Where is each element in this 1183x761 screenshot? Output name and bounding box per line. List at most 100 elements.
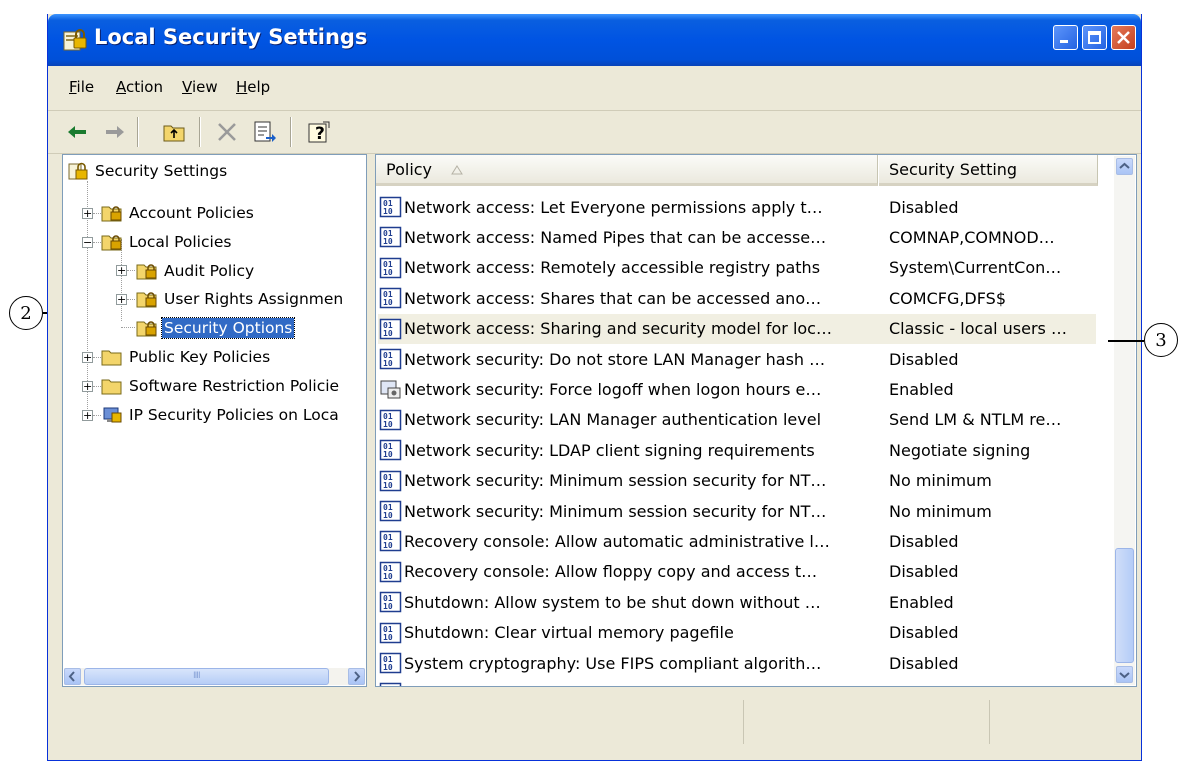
toolbar-separator: [199, 117, 201, 147]
scroll-up-button[interactable]: [1116, 158, 1133, 175]
expand-toggle[interactable]: +: [82, 208, 93, 219]
delete-x-icon[interactable]: [214, 119, 240, 145]
minimize-button[interactable]: [1053, 25, 1078, 50]
tree-scroll-thumb[interactable]: IIII: [84, 668, 329, 685]
svg-text:10: 10: [383, 359, 393, 368]
menu-view-mnemonic: V: [182, 78, 192, 96]
policy-name: System cryptography: Use FIPS compliant …: [404, 653, 822, 673]
policy-row[interactable]: 01 10 Recovery console: Allow automatic ad…: [378, 526, 1096, 556]
tree-item-account-policies[interactable]: Account Policies: [101, 200, 256, 226]
svg-text:10: 10: [383, 663, 393, 672]
tree-item-label: Security Options: [160, 317, 296, 339]
policy-setting-value: Enabled: [889, 592, 954, 612]
tree-item-audit-policy[interactable]: Audit Policy: [136, 258, 256, 284]
svg-text:10: 10: [383, 633, 393, 642]
menu-file-label: ile: [76, 78, 95, 96]
svg-text:10: 10: [383, 207, 393, 216]
chevron-left-icon: [68, 671, 75, 682]
svg-text:01: 01: [383, 685, 393, 687]
policy-row[interactable]: 01 10 System cryptography: Use FIPS compli…: [378, 648, 1096, 678]
menu-help[interactable]: Help: [236, 78, 270, 96]
policy-row[interactable]: 01 10 Network access: Shares that can be a…: [378, 283, 1096, 313]
tree-horizontal-scrollbar[interactable]: IIII: [64, 668, 365, 685]
up-folder-icon[interactable]: [161, 119, 187, 145]
window-title: Local Security Settings: [94, 25, 368, 49]
policy-setting-alt-icon: [380, 380, 401, 399]
tree-item-security-settings[interactable]: Security Settings: [67, 158, 229, 184]
tree-item-ip-security-policies[interactable]: IP Security Policies on Loca: [101, 402, 341, 428]
column-header-security-setting[interactable]: Security Setting: [879, 155, 1098, 186]
menu-action-mnemonic: A: [116, 78, 126, 96]
tree-item-user-rights-assignment[interactable]: User Rights Assignmen: [136, 286, 345, 312]
svg-text:10: 10: [383, 450, 393, 459]
policy-row[interactable]: 0110System objects: Default owner for ob…: [378, 678, 1096, 687]
policy-row[interactable]: 01 10 Network access: Let Everyone permiss…: [378, 192, 1096, 222]
tree-item-local-policies[interactable]: Local Policies: [101, 229, 233, 255]
policy-name: Network security: Minimum session securi…: [404, 501, 827, 521]
scroll-thumb-grip: IIII: [193, 671, 201, 681]
tree-item-security-options[interactable]: Security Options: [136, 315, 296, 341]
policy-name: Recovery console: Allow automatic admini…: [404, 531, 830, 551]
policy-row[interactable]: 01 10 Network security: Minimum session se…: [378, 466, 1096, 496]
menu-action[interactable]: Action: [116, 78, 163, 96]
policy-row[interactable]: 01 10 Network access: Remotely accessible …: [378, 253, 1096, 283]
locked-folder-icon: [136, 321, 157, 337]
policy-row[interactable]: 01 10 Network security: Minimum session se…: [378, 496, 1096, 526]
expand-toggle[interactable]: +: [116, 265, 127, 276]
policy-row[interactable]: 01 10 Network access: Named Pipes that can…: [378, 222, 1096, 252]
policy-name: Shutdown: Clear virtual memory pagefile: [404, 623, 734, 643]
tree-item-software-restriction-policies[interactable]: Software Restriction Policie: [101, 373, 341, 399]
toolbar: ?: [48, 111, 1141, 154]
expand-toggle[interactable]: +: [82, 352, 93, 363]
back-arrow-icon[interactable]: [64, 119, 90, 145]
list-scroll-thumb[interactable]: [1115, 548, 1134, 663]
policy-row[interactable]: 01 10 Network security: Do not store LAN M…: [378, 344, 1096, 374]
policy-setting-icon: 0110: [379, 348, 402, 370]
help-icon[interactable]: ?: [306, 119, 332, 145]
expand-toggle[interactable]: +: [82, 410, 93, 421]
policy-setting-value: Enabled: [889, 379, 954, 399]
scroll-left-button[interactable]: [64, 668, 81, 685]
chevron-right-icon: [354, 671, 361, 682]
title-bar[interactable]: Local Security Settings: [48, 14, 1141, 66]
policy-setting-value: Disabled: [889, 562, 959, 582]
policy-name: Recovery console: Allow floppy copy and …: [404, 562, 818, 582]
forward-arrow-icon[interactable]: [102, 119, 128, 145]
svg-text:10: 10: [383, 511, 393, 520]
status-divider: [989, 700, 990, 744]
tree-item-label: Account Policies: [129, 204, 254, 222]
expand-toggle[interactable]: +: [82, 381, 93, 392]
expand-toggle[interactable]: +: [116, 294, 127, 305]
menu-file[interactable]: File: [69, 78, 94, 96]
menu-view[interactable]: View: [182, 78, 218, 96]
menu-help-label: elp: [247, 78, 271, 96]
policy-row[interactable]: 01 10 Network access: Sharing and security…: [378, 313, 1096, 344]
policy-setting-value: Classic - local users …: [889, 319, 1067, 339]
policy-row[interactable]: 01 10 Shutdown: Clear virtual memory pagef…: [378, 618, 1096, 648]
policy-setting-value: COMNAP,COMNOD…: [889, 227, 1055, 247]
close-button[interactable]: [1111, 25, 1136, 50]
tree-item-public-key-policies[interactable]: Public Key Policies: [101, 344, 272, 370]
maximize-button[interactable]: [1082, 25, 1107, 50]
tree-connector: [127, 299, 135, 301]
callout-3: 3: [1144, 323, 1178, 357]
policy-row[interactable]: 01 10 Network security: LAN Manager authen…: [378, 405, 1096, 435]
app-window: Local Security Settings File Action View…: [47, 14, 1142, 761]
policy-row[interactable]: 01 10 Recovery console: Allow floppy copy …: [378, 557, 1096, 587]
list-vertical-scrollbar[interactable]: [1114, 156, 1135, 685]
policy-row[interactable]: Network security: Force logoff when logo…: [378, 374, 1096, 404]
scroll-right-button[interactable]: [348, 668, 365, 685]
column-header-policy[interactable]: Policy: [376, 155, 878, 186]
toolbar-separator: [137, 117, 139, 147]
tree-item-label: User Rights Assignmen: [164, 290, 344, 308]
policy-name: Network access: Shares that can be acces…: [404, 288, 822, 308]
svg-text:10: 10: [383, 541, 393, 550]
policy-row[interactable]: 01 10 Network security: LDAP client signin…: [378, 435, 1096, 465]
collapse-toggle[interactable]: −: [82, 237, 93, 248]
policy-name: Network access: Sharing and security mod…: [404, 319, 832, 339]
svg-text:10: 10: [383, 481, 393, 490]
scroll-down-button[interactable]: [1116, 666, 1133, 683]
export-list-icon[interactable]: [252, 119, 278, 145]
policy-setting-value: Disabled: [889, 349, 959, 369]
policy-row[interactable]: 01 10 Shutdown: Allow system to be shut do…: [378, 587, 1096, 617]
